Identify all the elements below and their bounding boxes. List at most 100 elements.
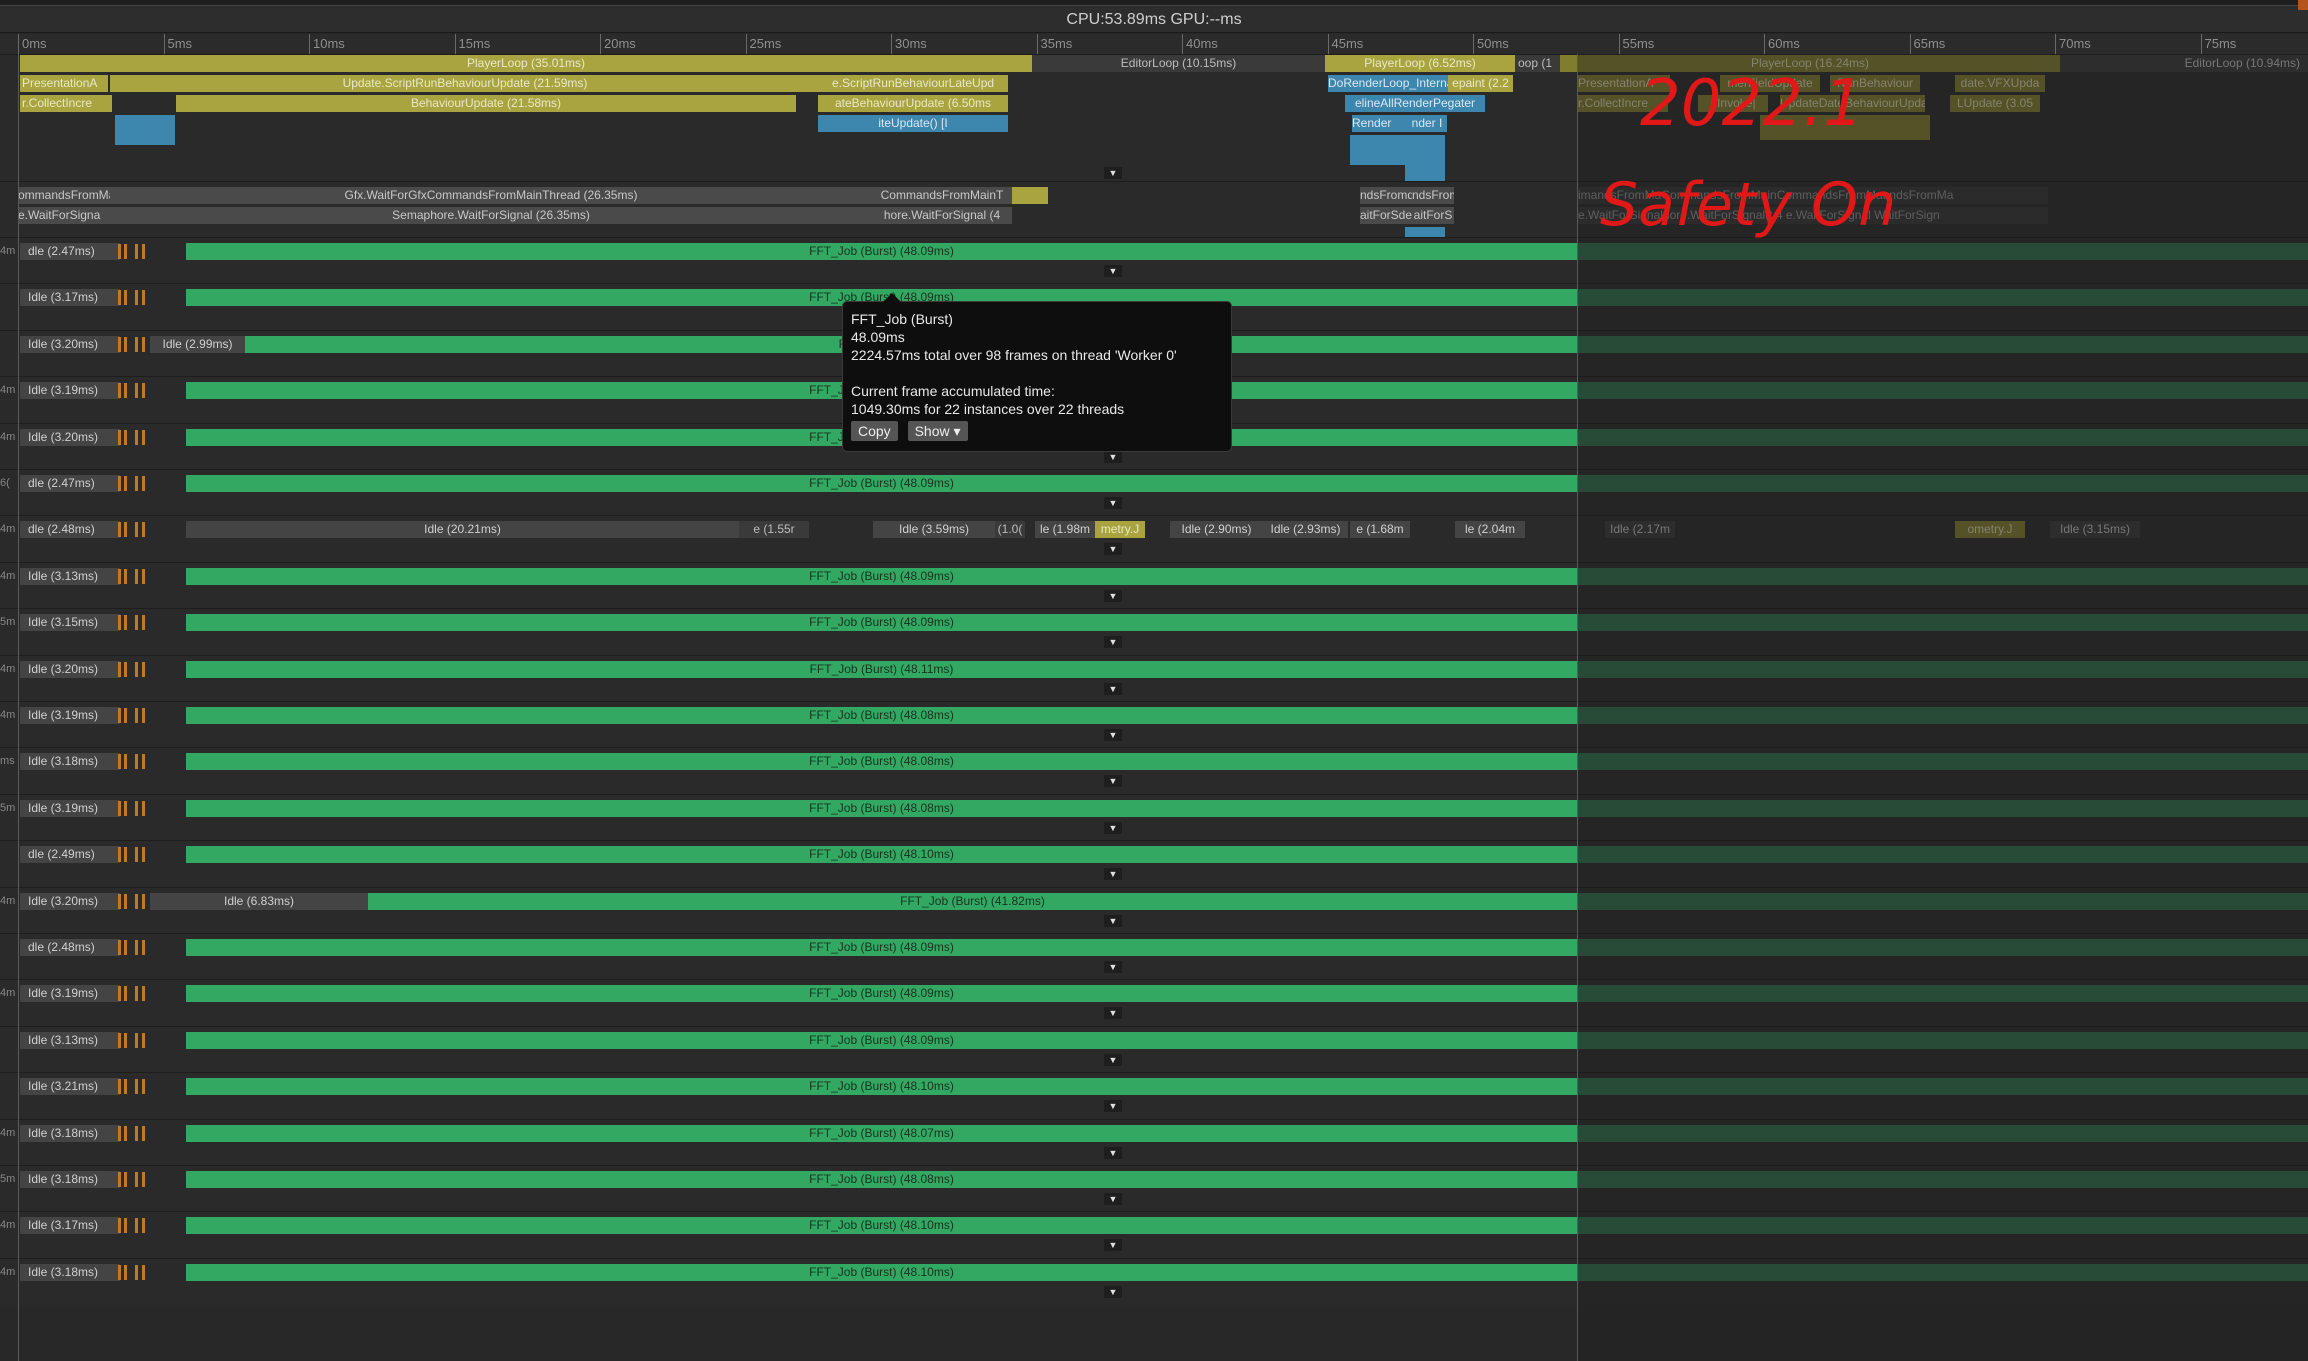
script-run-update-bar[interactable]: Update.ScriptRunBehaviourUpdate (21.59ms… [110,75,820,92]
script-detail-bar[interactable] [115,115,175,145]
idle-bar[interactable]: Idle (3.18ms) [20,753,120,770]
expand-lane-button[interactable]: ▼ [1104,1147,1122,1159]
wait-for-signal-bar[interactable]: e.WaitForSigna [18,207,110,224]
presentation-bar[interactable]: PresentationA [20,75,108,92]
fft-job-bar-next-frame[interactable] [1577,1078,2308,1095]
worker-lane[interactable]: dle (2.48ms) FFT_Job (Burst) (48.09ms) ▼ [0,933,2308,980]
worker-segment-bar[interactable]: le (2.04m [1455,521,1525,538]
fft-job-bar-next-frame[interactable] [1577,336,2308,353]
show-dropdown[interactable]: Show ▾ [907,421,968,441]
pipeline-render-bar[interactable]: elineAllRenderPegater [1345,95,1485,112]
idle-bar[interactable]: Idle (3.15ms) [20,614,120,631]
expand-lane-button[interactable]: ▼ [1104,451,1122,463]
expand-lane-button[interactable]: ▼ [1104,683,1122,695]
commands-mid-bar-2[interactable]: ndsFrom [1412,187,1454,204]
commands-from-main-bar[interactable]: ommandsFromMa [18,187,110,204]
idle-bar[interactable]: Idle (3.17ms) [20,289,120,306]
expand-lane-button[interactable]: ▼ [1104,775,1122,787]
render-wait-detail[interactable] [1405,227,1445,237]
worker-lane[interactable]: 5m Idle (3.19ms) FFT_Job (Burst) (48.08ms)… [0,794,2308,841]
fft-job-bar[interactable]: FFT_Job (Burst) (48.08ms) [186,753,1577,770]
expand-lane-button[interactable]: ▼ [1104,1193,1122,1205]
fft-job-bar-next-frame[interactable] [1577,800,2308,817]
worker-segment-bar[interactable]: metry.J [1095,521,1145,538]
worker-lane[interactable]: 6(dle (2.47ms) FFT_Job (Burst) (48.09ms) ▼ [0,469,2308,516]
render-detail-bar[interactable] [1350,135,1445,165]
idle-bar[interactable]: Idle (3.19ms) [20,382,120,399]
idle-bar[interactable]: Idle (3.19ms) [20,800,120,817]
worker-lane[interactable]: 4m dle (2.48ms) Idle (20.21ms) e (1.55r Idle… [0,515,2308,562]
idle-bar[interactable]: Idle (3.20ms) [20,336,120,353]
worker-segment-bar[interactable]: Idle (2.90ms) [1170,521,1263,538]
fft-job-bar-next-frame[interactable] [1577,893,2308,910]
worker-lane[interactable]: 4m Idle (3.20ms) Idle (6.83ms) FFT_Job (Bur… [0,887,2308,934]
fft-job-bar-next-frame[interactable] [1577,382,2308,399]
expand-lane-button[interactable]: ▼ [1104,1239,1122,1251]
commands-mid-bar[interactable]: ndsFromder [1360,187,1412,204]
fft-job-bar-next-frame[interactable] [1577,985,2308,1002]
idle-bar[interactable]: Idle (3.20ms) [20,893,120,910]
fft-job-bar-next-frame[interactable] [1577,614,2308,631]
worker-lane[interactable]: 5m Idle (3.15ms) FFT_Job (Burst) (48.09ms)… [0,608,2308,655]
worker-lane[interactable]: 4m Idle (3.17ms) FFT_Job (Burst) (48.10ms)… [0,1211,2308,1258]
fft-job-bar-next-frame[interactable] [1577,1264,2308,1281]
expand-lane-button[interactable]: ▼ [1104,1007,1122,1019]
editor-loop-bar[interactable]: EditorLoop (10.15ms) [1032,55,1325,72]
worker-lane[interactable]: 4m Idle (3.19ms) FFT_Job (Burst) (48.08ms)… [0,701,2308,748]
expand-lane-button[interactable]: ▼ [1104,636,1122,648]
render-bar[interactable]: Render [1352,115,1407,132]
expand-lane-button[interactable]: ▼ [1104,1100,1122,1112]
fft-job-bar[interactable]: FFT_Job (Burst) (48.08ms) [186,800,1577,817]
expand-lane-button[interactable]: ▼ [1104,729,1122,741]
idle-bar[interactable]: dle (2.47ms) [20,243,120,260]
editor-loop-bar-2[interactable]: EditorLoop (10.94ms) [2060,55,2308,72]
worker-segment-bar[interactable]: Idle (20.21ms) [186,521,739,538]
fft-job-bar[interactable]: FFT_Job (Burst) (48.09ms) [186,475,1577,492]
expand-lane-button[interactable]: ▼ [1104,915,1122,927]
wait-gfx-commands-bar[interactable]: Gfx.WaitForGfxCommandsFromMainThread (26… [110,187,872,204]
do-render-loop-bar[interactable]: DoRenderLoop_Internal [1328,75,1448,92]
worker-segment-bar[interactable]: Idle (2.93ms) [1263,521,1348,538]
fft-job-bar-next-frame[interactable] [1577,289,2308,306]
worker-lane[interactable]: Idle (3.21ms) FFT_Job (Burst) (48.10ms) ▼ [0,1072,2308,1119]
idle-bar[interactable]: dle (2.48ms) [20,521,120,538]
idle-bar[interactable]: Idle (3.19ms) [20,707,120,724]
worker-segment-bar[interactable]: Idle (3.15ms) [2050,521,2140,538]
fft-job-bar[interactable]: FFT_Job (Burst) (48.09ms) [186,568,1577,585]
worker-segment-bar[interactable]: Idle (2.17m [1605,521,1675,538]
idle-bar[interactable]: Idle (3.17ms) [20,1217,120,1234]
idle-bar[interactable]: Idle (3.18ms) [20,1171,120,1188]
fft-job-bar-next-frame[interactable] [1577,568,2308,585]
expand-lane-button[interactable]: ▼ [1104,822,1122,834]
idle-bar[interactable]: Idle (3.13ms) [20,568,120,585]
late-behaviour-update-bar[interactable]: ateBehaviourUpdate (6.50ms [818,95,1008,112]
fft-job-bar[interactable]: FFT_Job (Burst) (41.82ms) [368,893,1577,910]
fft-job-bar[interactable]: FFT_Job (Burst) (48.08ms) [186,1171,1577,1188]
worker-segment-bar[interactable]: e (1.68m [1350,521,1410,538]
fft-job-bar[interactable]: FFT_Job (Burst) (48.10ms) [186,1078,1577,1095]
fft-job-bar[interactable]: FFT_Job (Burst) (48.10ms) [186,846,1577,863]
commands-from-main-bar-2[interactable]: CommandsFromMainT [872,187,1012,204]
fft-job-bar-next-frame[interactable] [1577,846,2308,863]
expand-lane-button[interactable]: ▼ [1104,543,1122,555]
idle-bar[interactable]: dle (2.49ms) [20,846,120,863]
wait-mid-bar-2[interactable]: aitForS [1412,207,1454,224]
fft-job-bar[interactable]: FFT_Job (Burst) (48.11ms) [186,661,1577,678]
idle-bar[interactable]: Idle (3.18ms) [20,1264,120,1281]
behaviour-update-bar[interactable]: BehaviourUpdate (21.58ms) [176,95,796,112]
idle-bar[interactable]: Idle (3.18ms) [20,1125,120,1142]
player-loop-bar[interactable]: PlayerLoop (35.01ms) [20,55,1032,72]
worker-lane[interactable]: Idle (3.13ms) FFT_Job (Burst) (48.09ms) ▼ [0,1026,2308,1073]
fft-job-bar-next-frame[interactable] [1577,1125,2308,1142]
worker-lane[interactable]: 4m Idle (3.18ms) FFT_Job (Burst) (48.10ms)… [0,1258,2308,1305]
player-loop-bar-2[interactable]: PlayerLoop (6.52ms) [1325,55,1515,72]
fft-job-bar[interactable]: FFT_Job (Burst) (48.09ms) [186,939,1577,956]
repaint-bar[interactable]: epaint (2.2 [1448,75,1513,92]
fft-job-bar-next-frame[interactable] [1577,661,2308,678]
fft-job-bar[interactable]: FFT_Job (Burst) (48.08ms) [186,707,1577,724]
idle-bar[interactable]: Idle (3.19ms) [20,985,120,1002]
render-job-bar[interactable] [1012,187,1048,204]
worker-lane[interactable]: 4m Idle (3.19ms) FFT_Job (Burst) (48.09ms)… [0,979,2308,1026]
idle-bar[interactable]: dle (2.47ms) [20,475,120,492]
fft-job-bar-next-frame[interactable] [1577,429,2308,446]
